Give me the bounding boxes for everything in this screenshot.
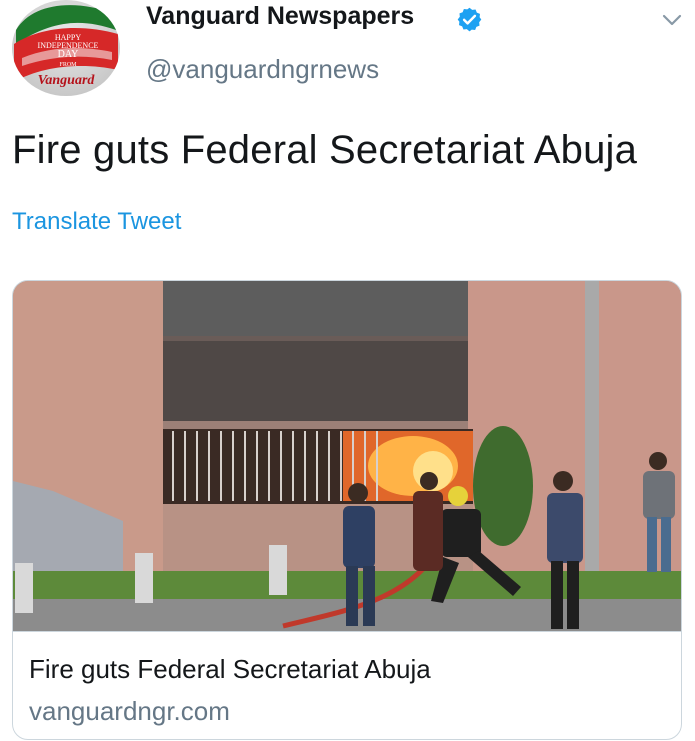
author-name[interactable]: Vanguard Newspapers [146, 2, 414, 31]
svg-text:DAY: DAY [58, 49, 79, 60]
svg-text:FROM: FROM [59, 62, 77, 68]
chevron-down-icon[interactable] [660, 8, 684, 32]
author-handle[interactable]: @vanguardngrnews [146, 54, 379, 85]
avatar-logo-image: HAPPY INDEPENDENCE DAY FROM Vanguard [14, 5, 118, 88]
verified-badge-icon [456, 6, 483, 33]
svg-text:Vanguard: Vanguard [38, 73, 96, 88]
card-title[interactable]: Fire guts Federal Secretariat Abuja [29, 654, 431, 685]
card-divider [13, 631, 681, 632]
link-preview-card[interactable]: Fire guts Federal Secretariat Abuja vang… [12, 280, 682, 740]
card-domain: vanguardngr.com [29, 696, 230, 726]
avatar[interactable]: HAPPY INDEPENDENCE DAY FROM Vanguard [12, 0, 120, 96]
translate-tweet-link[interactable]: Translate Tweet [12, 208, 181, 236]
tweet-text: Fire guts Federal Secretariat Abuja [12, 128, 638, 172]
card-image [13, 281, 681, 631]
